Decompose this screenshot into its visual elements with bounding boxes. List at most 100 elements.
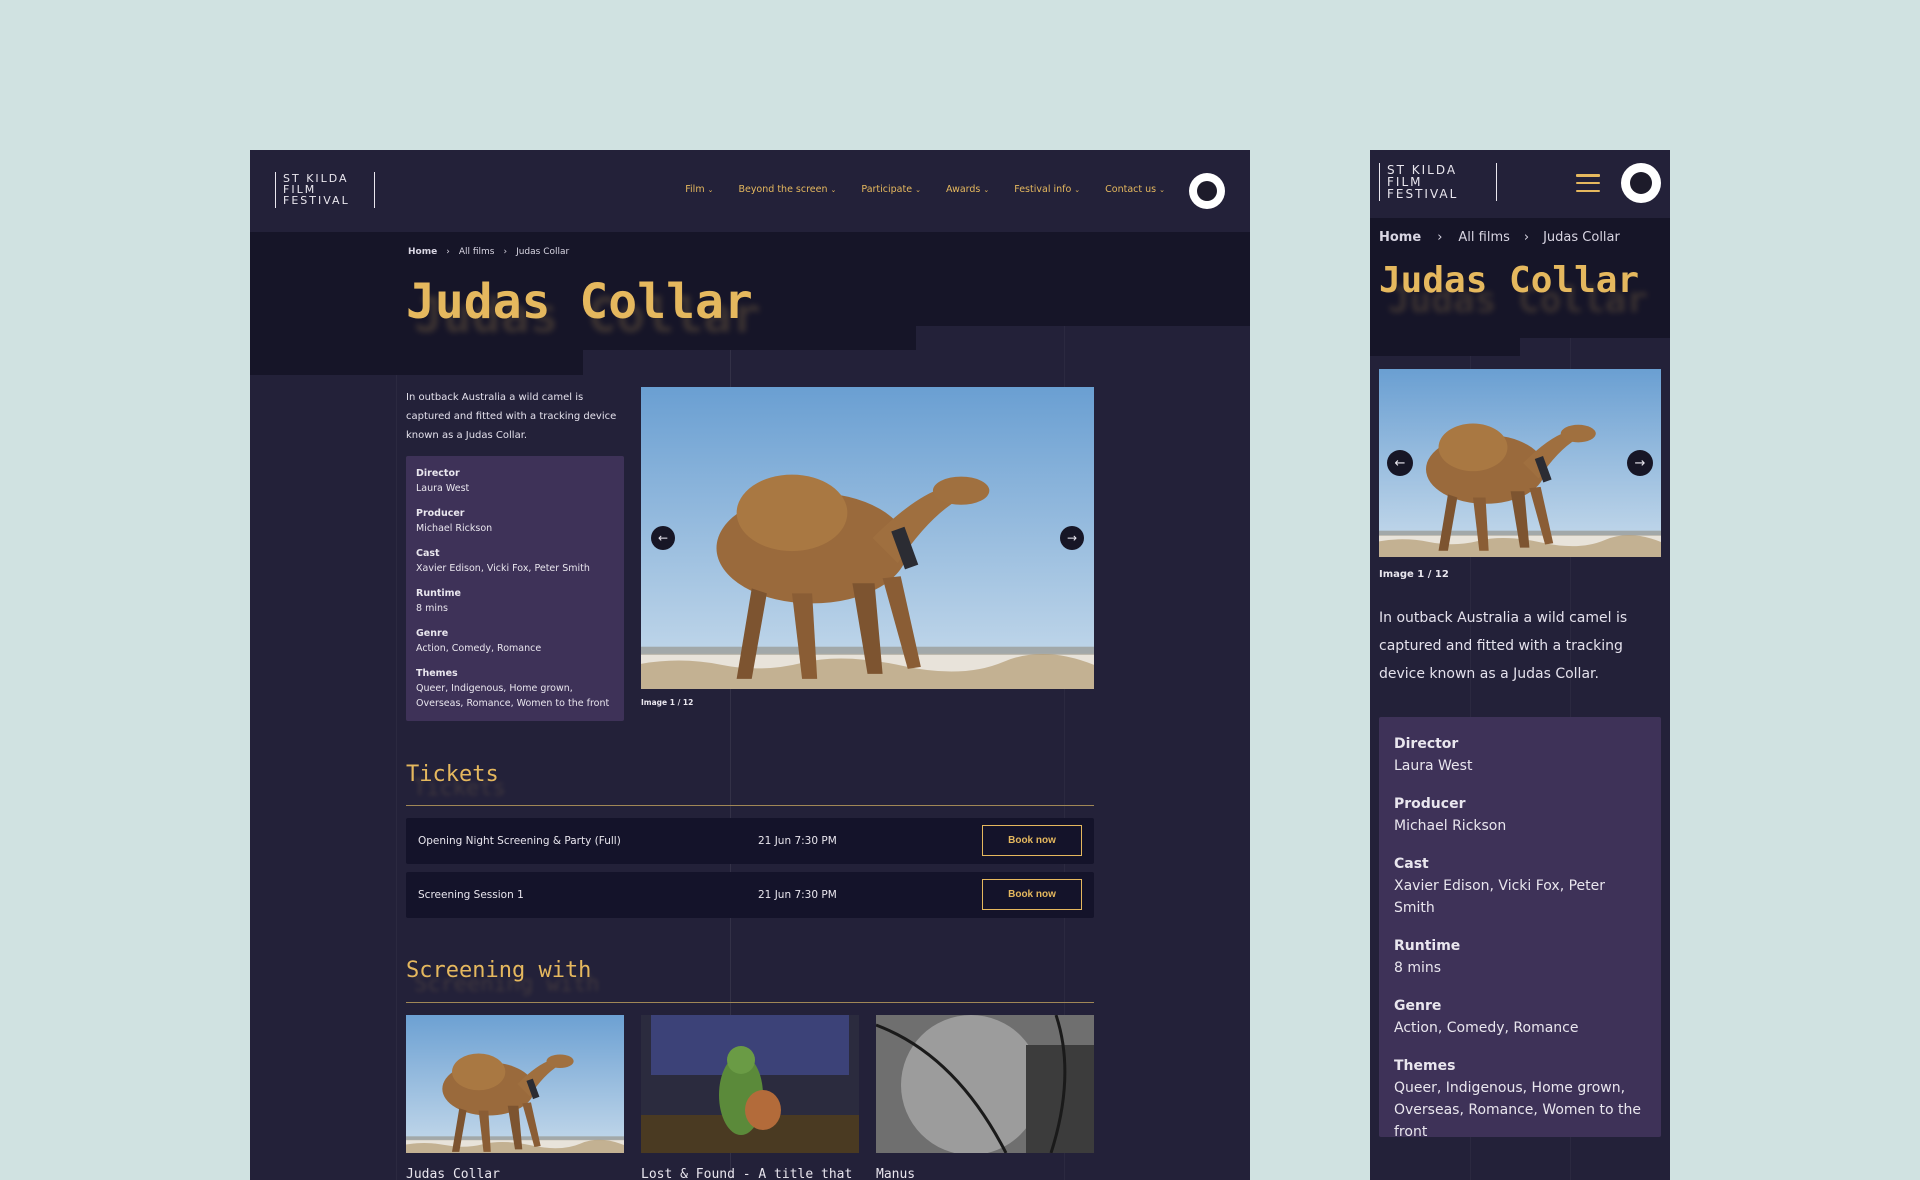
book-now-button[interactable]: Book now [982, 879, 1082, 910]
ticket-name: Opening Night Screening & Party (Full) [418, 835, 621, 847]
related-film-title: Manus [876, 1167, 916, 1180]
meta-label: Runtime [1394, 938, 1461, 954]
nav-item-label: Contact us [1105, 184, 1157, 195]
film-gallery-image: ← → [641, 387, 1094, 689]
breadcrumb-home[interactable]: Home [408, 247, 437, 257]
nav-item-festival-info[interactable]: Festival info ⌄ [1014, 184, 1080, 195]
related-film-card[interactable]: Judas Collar [406, 1015, 624, 1180]
chevron-right-icon: › [1437, 230, 1443, 245]
breadcrumb-all-films[interactable]: All films [459, 247, 495, 257]
hero-band-step [1370, 338, 1520, 356]
screening-with-heading: Screening with [406, 958, 592, 983]
festival-logo[interactable]: ST KILDA FILM FESTIVAL [1379, 163, 1497, 201]
film-thumbnail [876, 1015, 1094, 1153]
nav-item-participate[interactable]: Participate ⌄ [861, 184, 921, 195]
page-title: Judas Collar [406, 274, 753, 330]
meta-value-cast: Xavier Edison, Vicki Fox, Peter Smith [1394, 878, 1606, 916]
meta-label: Producer [416, 508, 465, 519]
meta-value-genre: Action, Comedy, Romance [1394, 1020, 1579, 1036]
festival-seal-icon[interactable] [1189, 173, 1225, 209]
film-meta-panel: Director Laura West Producer Michael Ricks… [1379, 717, 1661, 1140]
meta-value-cast: Xavier Edison, Vicki Fox, Peter Smith [416, 563, 590, 574]
menu-icon[interactable] [1576, 174, 1600, 192]
breadcrumb-all-films[interactable]: All films [1458, 230, 1510, 245]
page-title: Judas Collar [1379, 260, 1640, 301]
chevron-right-icon: › [446, 247, 450, 257]
meta-value-runtime: 8 mins [416, 603, 448, 614]
gallery-caption: Image 1 / 12 [1379, 569, 1449, 580]
chevron-right-icon: › [1523, 230, 1530, 245]
meta-value-director: Laura West [416, 483, 470, 494]
film-thumbnail [641, 1015, 859, 1153]
arrow-right-icon[interactable]: → [1627, 450, 1653, 476]
film-gallery-image: ← → [1379, 369, 1661, 557]
meta-value-producer: Michael Rickson [416, 523, 493, 534]
camel-photo [1379, 369, 1661, 557]
film-description: In outback Australia a wild camel is cap… [1379, 610, 1628, 682]
meta-label: Runtime [416, 588, 461, 599]
ticket-name: Screening Session 1 [418, 889, 524, 901]
tickets-heading: Tickets [406, 762, 499, 787]
related-film-card[interactable]: Manus [876, 1015, 1094, 1180]
chevron-down-icon: ⌄ [1074, 186, 1081, 194]
meta-value-themes: Queer, Indigenous, Home grown, Overseas,… [1394, 1080, 1641, 1140]
nav-item-label: Participate [861, 184, 913, 195]
book-now-button[interactable]: Book now [982, 825, 1082, 856]
related-film-title: Judas Collar [406, 1167, 500, 1180]
film-meta-panel: Director Laura West Producer Michael Ricks… [406, 456, 624, 721]
breadcrumb-home[interactable]: Home [1379, 230, 1421, 245]
chevron-right-icon: › [503, 247, 508, 257]
main-nav: Film ⌄ Beyond the screen ⌄ Participate ⌄ Aw… [685, 184, 1165, 195]
logo-line: FESTIVAL [1387, 187, 1459, 201]
meta-value-director: Laura West [1394, 758, 1473, 774]
meta-label: Themes [416, 668, 458, 679]
chevron-down-icon: ⌄ [707, 186, 714, 194]
desktop-preview: ST KILDA FILM FESTIVAL Film ⌄ Beyond the … [250, 150, 1250, 1180]
section-divider [406, 1002, 1094, 1003]
festival-seal-icon[interactable] [1621, 163, 1661, 203]
nav-item-label: Festival info [1014, 184, 1072, 195]
meta-label: Genre [1394, 998, 1442, 1014]
nav-item-label: Awards [945, 184, 981, 195]
arrow-left-icon[interactable]: ← [651, 526, 675, 550]
nav-item-label: Beyond the screen [738, 184, 828, 195]
meta-label: Producer [1394, 796, 1466, 812]
camel-photo [641, 387, 1094, 689]
mobile-preview: ST KILDA FILM FESTIVAL Home › All films … [1370, 150, 1670, 1180]
breadcrumb: Home › All films › Judas Collar [408, 247, 569, 257]
ticket-row: Opening Night Screening & Party (Full) 2… [406, 818, 1094, 864]
meta-value-runtime: 8 mins [1394, 960, 1442, 976]
festival-logo[interactable]: ST KILDA FILM FESTIVAL [275, 172, 375, 208]
logo-line: FESTIVAL [283, 194, 350, 207]
site-header: ST KILDA FILM FESTIVAL Film ⌄ Beyond the … [250, 150, 1250, 232]
meta-value-genre: Action, Comedy, Romance [416, 643, 542, 654]
site-header: ST KILDA FILM FESTIVAL [1370, 150, 1670, 218]
related-film-card[interactable]: Lost & Found - A title that [641, 1015, 859, 1180]
meta-value-producer: Michael Rickson [1394, 818, 1507, 834]
meta-value-themes: Queer, Indigenous, Home grown, Overseas,… [416, 683, 610, 709]
meta-label: Themes [1394, 1058, 1456, 1074]
ticket-date: 21 Jun 7:30 PM [758, 835, 837, 847]
nav-item-film[interactable]: Film ⌄ [685, 184, 713, 195]
breadcrumb: Home › All films › Judas Collar [1379, 230, 1620, 245]
film-description: In outback Australia a wild camel is cap… [406, 392, 617, 441]
nav-item-contact-us[interactable]: Contact us ⌄ [1105, 184, 1165, 195]
film-thumbnail [406, 1015, 624, 1153]
arrow-left-icon[interactable]: ← [1387, 450, 1413, 476]
chevron-down-icon: ⌄ [915, 186, 921, 194]
nav-item-awards[interactable]: Awards ⌄ [946, 184, 989, 195]
section-divider [406, 805, 1094, 806]
chevron-down-icon: ⌄ [1159, 186, 1165, 194]
chevron-down-icon: ⌄ [830, 186, 837, 194]
meta-label: Genre [416, 628, 449, 639]
meta-label: Director [416, 468, 460, 479]
gallery-caption: Image 1 / 12 [641, 698, 694, 707]
ticket-date: 21 Jun 7:30 PM [758, 889, 837, 901]
arrow-right-icon[interactable]: → [1060, 526, 1084, 550]
hero-band-step-2 [250, 350, 583, 375]
ticket-row: Screening Session 1 21 Jun 7:30 PM Book … [406, 872, 1094, 918]
related-film-title: Lost & Found - A title that [641, 1167, 853, 1180]
meta-label: Cast [416, 548, 440, 559]
meta-label: Cast [1394, 856, 1429, 872]
nav-item-beyond-the-screen[interactable]: Beyond the screen ⌄ [738, 184, 836, 195]
